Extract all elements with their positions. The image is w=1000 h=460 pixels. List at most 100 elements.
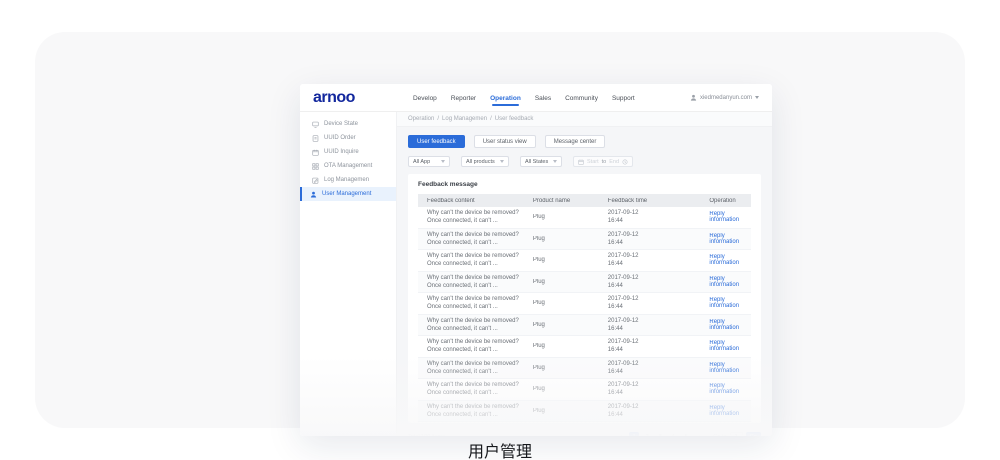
sidebar-item-ota-management[interactable]: OTA Management: [300, 159, 396, 173]
breadcrumb-log-management[interactable]: Log Managemen: [442, 116, 487, 122]
sidebar-item-uuid-inquire[interactable]: UUID Inquire: [300, 145, 396, 159]
state-filter-select[interactable]: All States: [520, 156, 562, 167]
product-name-cell: Plug: [533, 343, 608, 349]
table-row: Why can't the device be removed? Once co…: [418, 379, 751, 401]
product-name-cell: Plug: [533, 257, 608, 263]
product-name-cell: Plug: [533, 300, 608, 306]
breadcrumb-separator: /: [437, 116, 439, 122]
sidebar-item-user-management[interactable]: User Management: [300, 187, 396, 201]
nav-reporter[interactable]: Reporter: [451, 91, 476, 105]
operation-cell: Reply information: [709, 340, 751, 352]
filter-bar: All App All products All States: [408, 156, 761, 167]
sidebar-item-label: UUID Inquire: [324, 149, 359, 155]
feedback-time-cell: 2017-09-12 16:44: [608, 274, 710, 290]
table-row: Why can't the device be removed? Once co…: [418, 358, 751, 380]
operation-cell: Reply information: [709, 405, 751, 417]
app-filter-select[interactable]: All App: [408, 156, 450, 167]
feedback-time-cell: 2017-09-12 16:44: [608, 252, 710, 268]
nav-support[interactable]: Support: [612, 91, 635, 105]
document-icon: [312, 135, 319, 142]
product-filter-value: All products: [466, 159, 495, 165]
product-name-cell: Plug: [533, 386, 608, 392]
date-to-label: to: [602, 159, 607, 165]
feedback-card: Feedback message Feedback content Produc…: [408, 174, 761, 423]
grid-icon: [312, 163, 319, 170]
reply-information-link[interactable]: Reply information: [709, 276, 739, 288]
feedback-content-cell: Why can't the device be removed? Once co…: [418, 209, 533, 225]
reply-information-link[interactable]: Reply information: [709, 297, 739, 309]
feedback-content-cell: Why can't the device be removed? Once co…: [418, 231, 533, 247]
nav-community[interactable]: Community: [565, 91, 598, 105]
caption: 用户管理: [0, 438, 1000, 460]
product-name-cell: Plug: [533, 214, 608, 220]
tab-message-center[interactable]: Message center: [545, 135, 606, 148]
col-product-name: Product name: [533, 198, 608, 204]
pager: ‹12345›: [616, 432, 704, 436]
page-button[interactable]: 2: [642, 432, 652, 436]
prev-page-button[interactable]: ‹: [616, 432, 626, 436]
next-page-button[interactable]: ›: [694, 432, 704, 436]
go-button[interactable]: Go: [746, 432, 761, 436]
goto-page: Go to Go: [713, 432, 761, 436]
page-button[interactable]: 5: [681, 432, 691, 436]
pagination-bar: Total 100 items ‹12345› Go to Go: [408, 432, 761, 436]
table-row: Why can't the device be removed? Once co…: [418, 336, 751, 358]
breadcrumb-operation[interactable]: Operation: [408, 116, 434, 122]
table-row: Why can't the device be removed? Once co…: [418, 250, 751, 272]
app-window: arnoo Develop Reporter Operation Sales C…: [300, 84, 772, 436]
tab-user-status-view[interactable]: User status view: [474, 135, 536, 148]
feedback-time-cell: 2017-09-12 16:44: [608, 209, 710, 225]
clock-icon: [622, 159, 628, 165]
breadcrumb-separator: /: [490, 116, 492, 122]
nav-develop[interactable]: Develop: [413, 91, 437, 105]
feedback-content-cell: Why can't the device be removed? Once co…: [418, 381, 533, 397]
sidebar-item-log-management[interactable]: Log Managemen: [300, 173, 396, 187]
top-bar: arnoo Develop Reporter Operation Sales C…: [300, 84, 772, 112]
goto-page-input[interactable]: [730, 432, 743, 436]
tab-user-feedback[interactable]: User feedback: [408, 135, 465, 148]
sidebar-item-uuid-order[interactable]: UUID Order: [300, 131, 396, 145]
reply-information-link[interactable]: Reply information: [709, 340, 739, 352]
user-icon: [310, 191, 317, 198]
reply-information-link[interactable]: Reply information: [709, 211, 739, 223]
operation-cell: Reply information: [709, 211, 751, 223]
nav-sales[interactable]: Sales: [535, 91, 551, 105]
sidebar-item-device-state[interactable]: Device State: [300, 117, 396, 131]
reply-information-link[interactable]: Reply information: [709, 319, 739, 331]
feedback-time-cell: 2017-09-12 16:44: [608, 295, 710, 311]
edit-icon: [312, 177, 319, 184]
calendar-icon: [312, 149, 319, 156]
feedback-content-cell: Why can't the device be removed? Once co…: [418, 360, 533, 376]
arnoo-logo: arnoo: [313, 90, 355, 106]
monitor-icon: [312, 121, 319, 128]
total-items-label: Total 100 items: [408, 434, 445, 436]
date-end-placeholder: End: [609, 159, 619, 165]
page-button[interactable]: 4: [668, 432, 678, 436]
reply-information-link[interactable]: Reply information: [709, 405, 739, 417]
product-name-cell: Plug: [533, 322, 608, 328]
feedback-time-cell: 2017-09-12 16:44: [608, 403, 710, 419]
product-filter-select[interactable]: All products: [461, 156, 509, 167]
table-row: Why can't the device be removed? Once co…: [418, 272, 751, 294]
product-name-cell: Plug: [533, 236, 608, 242]
reply-information-link[interactable]: Reply information: [709, 362, 739, 374]
reply-information-link[interactable]: Reply information: [709, 254, 739, 266]
breadcrumb-user-feedback: User feedback: [495, 116, 534, 122]
stage: arnoo Develop Reporter Operation Sales C…: [0, 0, 1000, 460]
feedback-content-cell: Why can't the device be removed? Once co…: [418, 274, 533, 290]
date-range-picker[interactable]: Start to End: [573, 156, 633, 167]
page-button[interactable]: 1: [629, 432, 639, 436]
card-title: Feedback message: [418, 181, 751, 188]
breadcrumb: Operation / Log Managemen / User feedbac…: [397, 112, 772, 127]
goto-label: Go to: [713, 434, 726, 436]
reply-information-link[interactable]: Reply information: [709, 233, 739, 245]
account-menu[interactable]: xiedmedanyun.com: [690, 94, 759, 101]
table-row: Why can't the device be removed? Once co…: [418, 293, 751, 315]
tab-bar: User feedback User status view Message c…: [408, 135, 761, 148]
reply-information-link[interactable]: Reply information: [709, 383, 739, 395]
page-button[interactable]: 3: [655, 432, 665, 436]
table-row: Why can't the device be removed? Once co…: [418, 401, 751, 423]
chevron-down-icon: [553, 160, 557, 163]
nav-operation[interactable]: Operation: [490, 91, 521, 105]
feedback-content-cell: Why can't the device be removed? Once co…: [418, 295, 533, 311]
